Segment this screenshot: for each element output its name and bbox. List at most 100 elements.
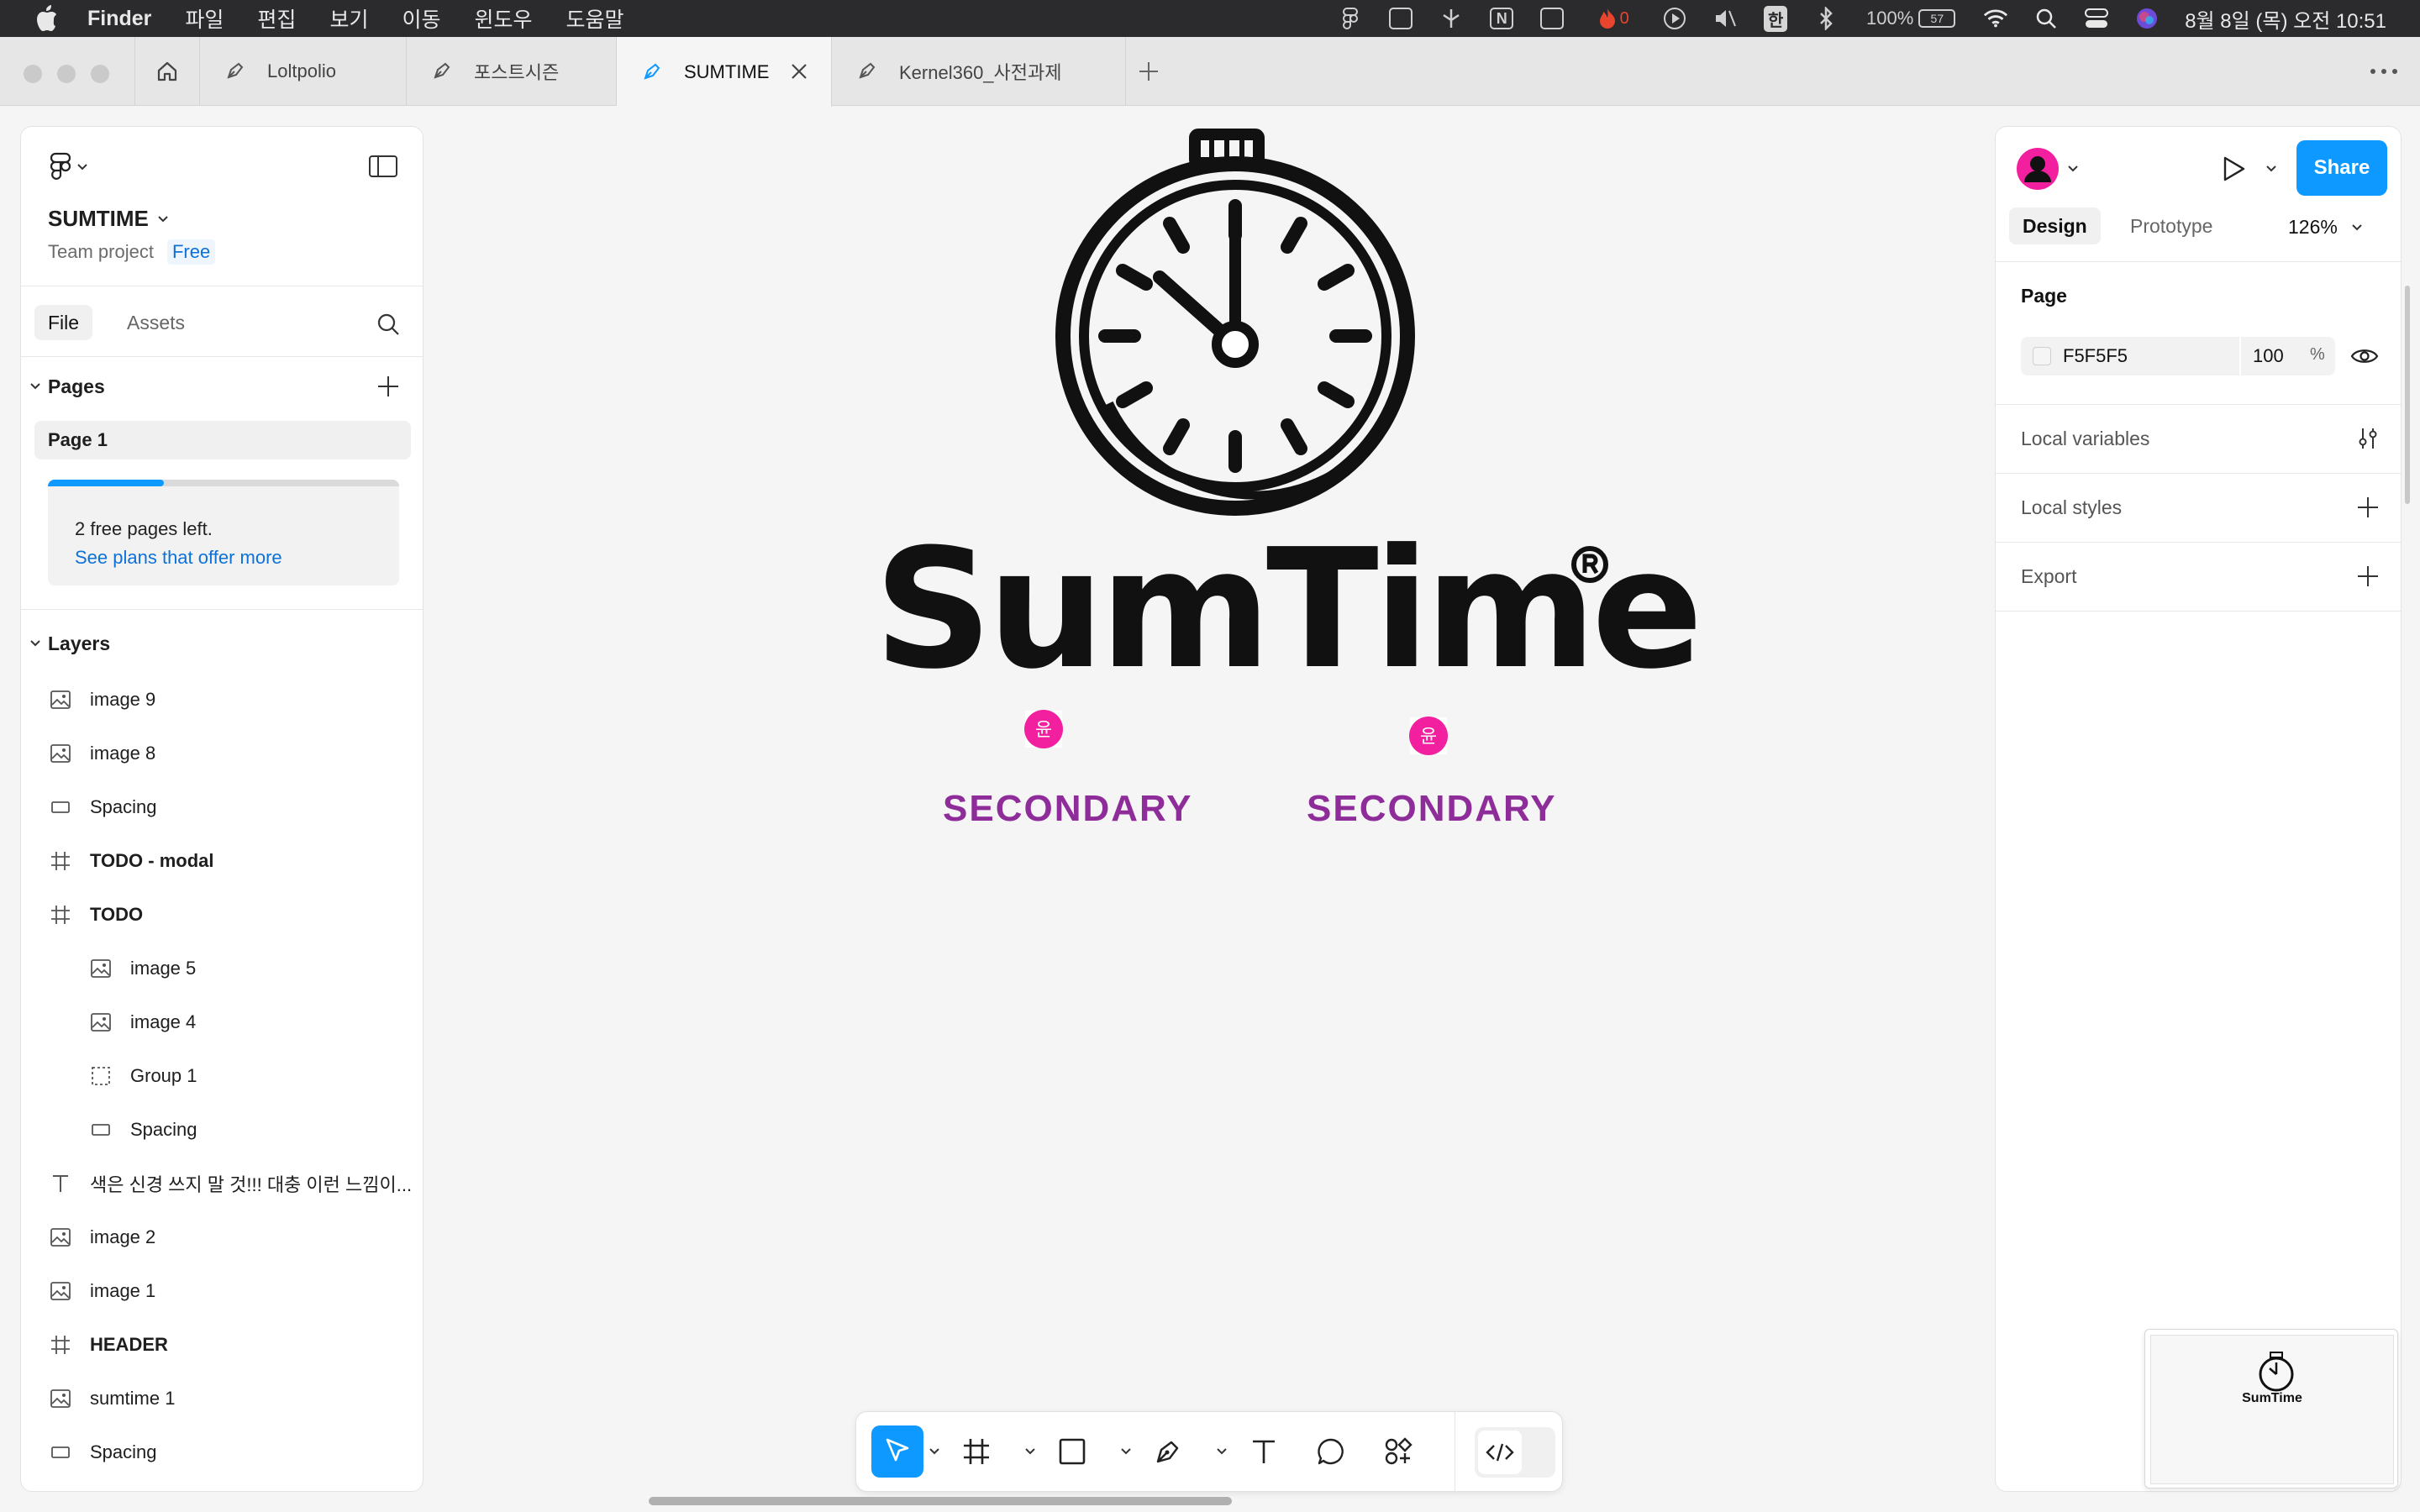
text-tool-button[interactable]	[1238, 1425, 1290, 1478]
tab-design[interactable]: Design	[2009, 207, 2101, 244]
horizontal-scrollbar[interactable]	[649, 1497, 1232, 1505]
share-button[interactable]: Share	[2296, 140, 2387, 196]
more-options-icon[interactable]	[2370, 66, 2398, 77]
layer-row[interactable]: image 4	[21, 995, 423, 1049]
flame-icon[interactable]: 0	[1590, 6, 1637, 31]
page-background-color-field[interactable]: F5F5F5 100 %	[2021, 337, 2335, 375]
figma-status-icon[interactable]	[1338, 6, 1363, 31]
minimize-window-button[interactable]	[57, 65, 76, 83]
input-method-icon[interactable]: 한	[1763, 5, 1788, 32]
right-panel-scrollbar[interactable]	[2405, 286, 2410, 504]
battery-status[interactable]: 100% 57	[1864, 6, 1958, 31]
layer-row[interactable]: Spacing	[21, 780, 423, 834]
file-pen-icon	[434, 62, 450, 79]
secondary-button-label[interactable]: SECONDARY	[943, 788, 1193, 830]
add-page-plus-icon[interactable]	[376, 374, 401, 399]
chevron-down-icon[interactable]	[1120, 1446, 1132, 1457]
local-variables-label[interactable]: Local variables	[2021, 428, 2149, 450]
actions-tool-button[interactable]	[1372, 1425, 1424, 1478]
color-swatch[interactable]	[2033, 347, 2051, 365]
menu-file[interactable]: 파일	[185, 3, 224, 34]
layer-row[interactable]: sumtime 1	[21, 1372, 423, 1425]
tab-assets[interactable]: Assets	[113, 305, 198, 340]
present-play-icon[interactable]	[2219, 155, 2246, 182]
drive-icon[interactable]	[1388, 6, 1413, 31]
menu-clock[interactable]: 8월 8일 (목) 오전 10:51	[2185, 4, 2386, 34]
chevron-down-icon[interactable]	[929, 1446, 940, 1457]
layer-row[interactable]: image 9	[21, 673, 423, 727]
menu-window[interactable]: 윈도우	[474, 3, 532, 34]
plan-badge[interactable]: Free	[166, 239, 216, 265]
see-plans-link[interactable]: See plans that offer more	[75, 547, 282, 569]
search-icon[interactable]	[376, 312, 401, 337]
layer-row[interactable]: HEADER	[21, 1318, 423, 1372]
frame-tool-button[interactable]	[950, 1425, 1002, 1478]
menu-help[interactable]: 도움말	[566, 3, 623, 34]
collaborator-cursor[interactable]: 윤	[1405, 712, 1452, 759]
layer-row[interactable]: 색은 신경 쓰지 말 것!!! 대충 이런 느낌이...	[21, 1157, 423, 1210]
close-window-button[interactable]	[24, 65, 42, 83]
pin-icon[interactable]	[1439, 6, 1464, 31]
apple-icon[interactable]	[34, 4, 59, 33]
spotlight-icon[interactable]	[2033, 6, 2059, 31]
chevron-down-icon	[158, 215, 168, 222]
add-export-plus-icon[interactable]	[2355, 564, 2381, 589]
opacity-value[interactable]: 100	[2253, 345, 2284, 367]
zoom-dropdown[interactable]: 126%	[2288, 216, 2363, 239]
notion-icon[interactable]: N	[1489, 6, 1514, 31]
layer-row[interactable]: image 2	[21, 1210, 423, 1264]
wifi-icon[interactable]	[1983, 6, 2008, 31]
chevron-down-icon[interactable]	[2066, 162, 2080, 176]
layer-row[interactable]: Group 1	[21, 1049, 423, 1103]
layer-row[interactable]: Spacing	[21, 1103, 423, 1157]
page-item-page-1[interactable]: Page 1	[34, 421, 411, 459]
layer-row[interactable]: TODO - modal	[21, 834, 423, 888]
eye-icon[interactable]	[2350, 345, 2379, 367]
layers-toggle[interactable]: Layers	[30, 633, 110, 655]
chevron-down-icon[interactable]	[1024, 1446, 1036, 1457]
tab-sumtime[interactable]: SUMTIME	[617, 37, 832, 107]
layer-row[interactable]: TODO	[21, 888, 423, 942]
secondary-button-label[interactable]: SECONDARY	[1307, 788, 1557, 830]
layer-row[interactable]: image 1	[21, 1264, 423, 1318]
layer-row[interactable]: image 5	[21, 942, 423, 995]
tab-file[interactable]: File	[34, 305, 93, 340]
mute-icon[interactable]	[1712, 6, 1738, 31]
sidebar-toggle-icon[interactable]	[369, 155, 397, 177]
new-tab-plus-icon[interactable]	[1138, 60, 1160, 82]
zoom-window-button[interactable]	[91, 65, 109, 83]
tab-postseason[interactable]: 포스트시즌	[407, 37, 617, 106]
add-style-plus-icon[interactable]	[2355, 495, 2381, 520]
menu-edit[interactable]: 편집	[257, 3, 296, 34]
main-menu-button[interactable]	[50, 150, 103, 184]
menu-view[interactable]: 보기	[329, 3, 368, 34]
avatar[interactable]	[2016, 147, 2060, 191]
tab-loltpolio[interactable]: Loltpolio	[200, 37, 407, 106]
comment-tool-button[interactable]	[1305, 1425, 1357, 1478]
pages-toggle[interactable]: Pages	[30, 375, 105, 398]
siri-icon[interactable]	[2134, 6, 2160, 31]
menu-app-name[interactable]: Finder	[87, 7, 151, 31]
collaborator-cursor[interactable]: 윤	[1020, 706, 1067, 753]
chevron-down-icon[interactable]	[1216, 1446, 1228, 1457]
layer-row[interactable]: Spacing	[21, 1425, 423, 1479]
clipboard-icon[interactable]	[1539, 6, 1565, 31]
move-tool-button[interactable]	[871, 1425, 923, 1478]
tab-prototype[interactable]: Prototype	[2117, 207, 2226, 244]
tab-kernel360[interactable]: Kernel360_사전과제	[832, 37, 1126, 106]
bluetooth-icon[interactable]	[1813, 6, 1839, 31]
project-name-button[interactable]: SUMTIME	[48, 206, 169, 232]
play-circle-icon[interactable]	[1662, 6, 1687, 31]
control-center-icon[interactable]	[2084, 6, 2109, 31]
canvas-minimap[interactable]: SumTime	[2144, 1329, 2398, 1488]
pen-tool-button[interactable]	[1142, 1425, 1194, 1478]
menu-go[interactable]: 이동	[402, 3, 440, 34]
dev-mode-toggle[interactable]	[1475, 1427, 1555, 1478]
layer-row[interactable]: image 8	[21, 727, 423, 780]
home-tab[interactable]	[134, 37, 200, 106]
color-hex-value[interactable]: F5F5F5	[2063, 345, 2128, 367]
chevron-down-icon[interactable]	[2265, 162, 2278, 176]
variables-sliders-icon[interactable]	[2355, 426, 2381, 451]
close-tab-icon[interactable]	[789, 61, 809, 81]
shape-tool-button[interactable]	[1046, 1425, 1098, 1478]
